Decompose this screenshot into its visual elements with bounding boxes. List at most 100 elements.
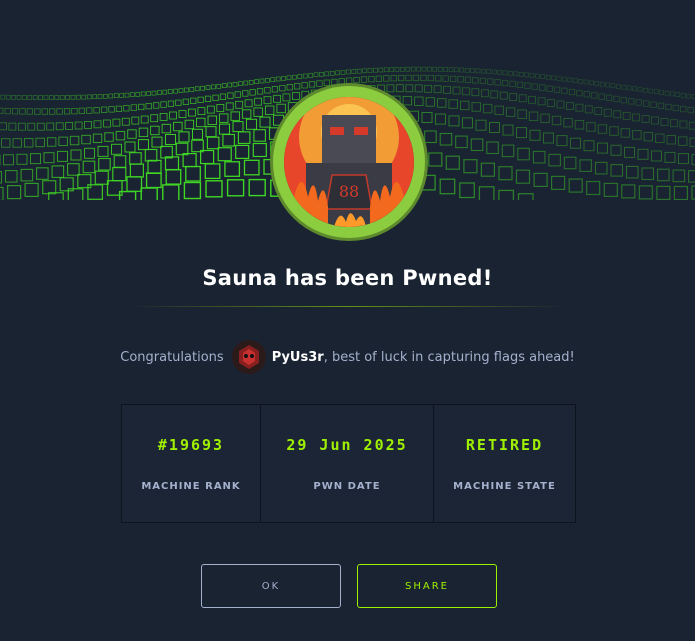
banner-cube	[680, 105, 687, 113]
banner-cube	[459, 182, 475, 199]
banner-cube	[324, 71, 330, 77]
banner-cube	[643, 87, 648, 93]
banner-cube	[437, 98, 447, 108]
banner-cube	[184, 119, 195, 130]
banner-cube	[271, 86, 279, 93]
banner-cube	[442, 75, 449, 82]
banner-cube	[4, 107, 11, 115]
banner-cube	[643, 131, 654, 142]
banner-cube	[205, 85, 211, 90]
stat-machine-state: RETIRED MACHINE STATE	[434, 405, 575, 522]
banner-cube	[502, 124, 514, 136]
banner-cube	[575, 103, 584, 112]
banner-cube	[428, 152, 443, 167]
banner-cube	[362, 68, 367, 74]
banner-cube	[346, 69, 351, 75]
banner-cube	[145, 103, 152, 110]
banner-cube	[78, 107, 85, 114]
banner-cube	[551, 115, 562, 126]
banner-cube	[113, 93, 119, 98]
banner-cube	[313, 72, 319, 78]
banner-cube	[19, 108, 26, 115]
banner-cube	[165, 168, 182, 185]
banner-cube	[437, 67, 443, 72]
banner-cube	[463, 159, 478, 174]
banner-cube	[378, 67, 384, 73]
banner-cube	[104, 132, 114, 142]
banner-cube	[540, 113, 550, 124]
banner-cube	[686, 93, 691, 99]
banner-cube	[292, 74, 297, 80]
banner-cube	[518, 94, 527, 103]
banner-cube	[626, 85, 632, 91]
banner-cube	[43, 95, 49, 100]
banner-cube	[529, 73, 535, 78]
banner-cube	[494, 105, 504, 116]
banner-cube	[632, 130, 642, 140]
banner-cube	[475, 68, 481, 74]
ok-button[interactable]: OK	[201, 564, 341, 608]
banner-cube	[302, 73, 308, 79]
banner-cube	[464, 76, 472, 83]
banner-cube	[424, 130, 437, 144]
banner-cube	[410, 66, 416, 72]
banner-cube	[11, 108, 19, 115]
banner-cube	[26, 108, 33, 115]
stat-pwn-date: 29 Jun 2025 PWN DATE	[261, 405, 434, 522]
banner-cube	[471, 102, 481, 112]
share-button[interactable]: SHARE	[357, 564, 497, 608]
banner-cube	[286, 75, 292, 81]
banner-cube	[121, 117, 130, 126]
banner-cube	[471, 88, 480, 97]
banner-cube	[517, 193, 534, 200]
banner-cube	[480, 89, 489, 98]
banner-cube	[227, 92, 234, 99]
banner-cube	[145, 172, 162, 189]
banner-cube	[112, 118, 121, 127]
banner-cube	[632, 113, 640, 122]
banner-cube	[130, 92, 135, 97]
banner-cube	[246, 118, 257, 130]
banner-cube	[57, 150, 68, 162]
banner-cube	[22, 95, 27, 100]
banner-cube	[243, 80, 249, 86]
banner-cube	[92, 133, 103, 144]
banner-cube	[11, 95, 16, 100]
banner-cube	[204, 163, 221, 180]
banner-cube	[491, 69, 497, 75]
banner-cube	[480, 162, 495, 177]
banner-cube	[42, 180, 57, 195]
banner-cube	[36, 167, 49, 180]
banner-cube	[115, 130, 126, 141]
banner-cube	[660, 118, 669, 126]
banner-cube	[242, 90, 249, 97]
banner-cube	[167, 100, 175, 107]
banner-cube	[421, 66, 427, 72]
banner-cube	[194, 86, 200, 92]
banner-cube	[197, 96, 204, 103]
banner-cube	[124, 92, 130, 98]
banner-cube	[94, 170, 109, 185]
banner-cube	[81, 94, 87, 100]
banner-cube	[625, 165, 639, 179]
banner-cube	[219, 123, 230, 135]
banner-cube	[470, 138, 484, 152]
banner-cube	[87, 184, 104, 200]
banner-cube	[196, 117, 206, 128]
banner-cube	[395, 84, 404, 93]
banner-cube	[200, 85, 205, 91]
banner-cube	[217, 147, 232, 162]
banner-cube	[641, 115, 650, 123]
banner-cube	[656, 185, 671, 200]
banner-cube	[164, 156, 180, 171]
banner-cube	[77, 174, 92, 189]
svg-text:88: 88	[339, 182, 359, 201]
banner-cube	[579, 159, 592, 172]
banner-cube	[0, 186, 4, 200]
banner-cube	[55, 122, 64, 131]
banner-cube	[464, 68, 470, 73]
banner-cube	[178, 131, 190, 143]
banner-cube	[17, 122, 26, 131]
banner-cube	[76, 94, 81, 100]
banner-cube	[237, 131, 251, 144]
